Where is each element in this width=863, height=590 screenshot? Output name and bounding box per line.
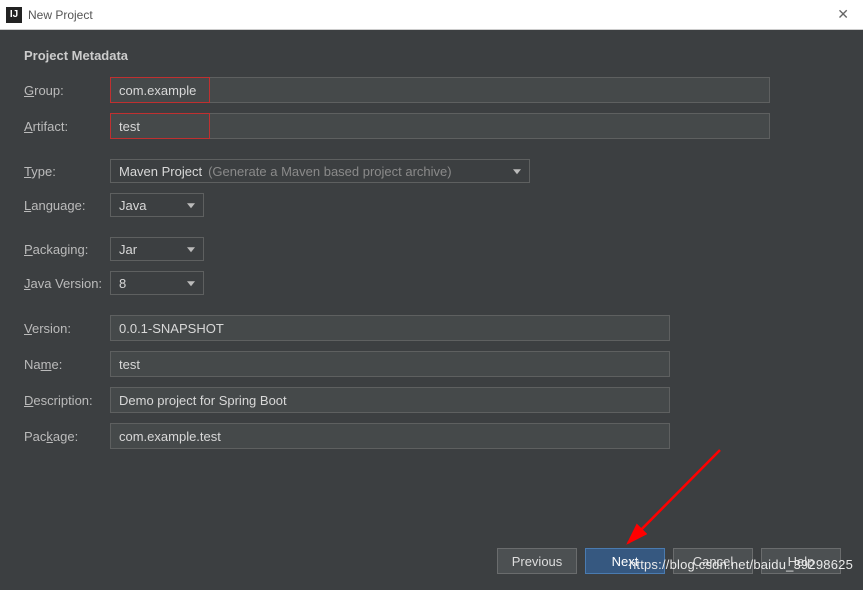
language-label: Language: — [24, 198, 110, 213]
app-icon: IJ — [6, 7, 22, 23]
type-value: Maven Project — [119, 164, 202, 179]
type-hint: (Generate a Maven based project archive) — [208, 164, 452, 179]
chevron-down-icon — [187, 203, 195, 208]
dialog-content: Project Metadata Group: Artifact: Type: … — [0, 30, 863, 590]
window-title: New Project — [28, 8, 93, 22]
packaging-value: Jar — [119, 242, 137, 257]
cancel-button[interactable]: Cancel — [673, 548, 753, 574]
close-icon[interactable]: ✕ — [829, 2, 857, 27]
type-label: Type: — [24, 164, 110, 179]
artifact-field[interactable] — [110, 113, 210, 139]
help-button[interactable]: Help — [761, 548, 841, 574]
description-field[interactable] — [110, 387, 670, 413]
group-field[interactable] — [110, 77, 210, 103]
previous-button[interactable]: Previous — [497, 548, 577, 574]
java-version-value: 8 — [119, 276, 126, 291]
next-button[interactable]: Next — [585, 548, 665, 574]
name-field[interactable] — [110, 351, 670, 377]
group-field-ext[interactable] — [210, 77, 770, 103]
name-label: Name: — [24, 357, 110, 372]
packaging-label: Packaging: — [24, 242, 110, 257]
chevron-down-icon — [187, 247, 195, 252]
artifact-field-ext[interactable] — [210, 113, 770, 139]
version-field[interactable] — [110, 315, 670, 341]
section-title: Project Metadata — [24, 48, 839, 63]
java-version-select[interactable]: 8 — [110, 271, 204, 295]
button-row: Previous Next Cancel Help — [497, 548, 841, 574]
group-label: Group: — [24, 83, 110, 98]
java-version-label: Java Version: — [24, 276, 110, 291]
package-field[interactable] — [110, 423, 670, 449]
artifact-label: Artifact: — [24, 119, 110, 134]
type-select[interactable]: Maven Project (Generate a Maven based pr… — [110, 159, 530, 183]
description-label: Description: — [24, 393, 110, 408]
chevron-down-icon — [513, 169, 521, 174]
version-label: Version: — [24, 321, 110, 336]
packaging-select[interactable]: Jar — [110, 237, 204, 261]
language-value: Java — [119, 198, 146, 213]
language-select[interactable]: Java — [110, 193, 204, 217]
package-label: Package: — [24, 429, 110, 444]
chevron-down-icon — [187, 281, 195, 286]
titlebar: IJ New Project ✕ — [0, 0, 863, 30]
